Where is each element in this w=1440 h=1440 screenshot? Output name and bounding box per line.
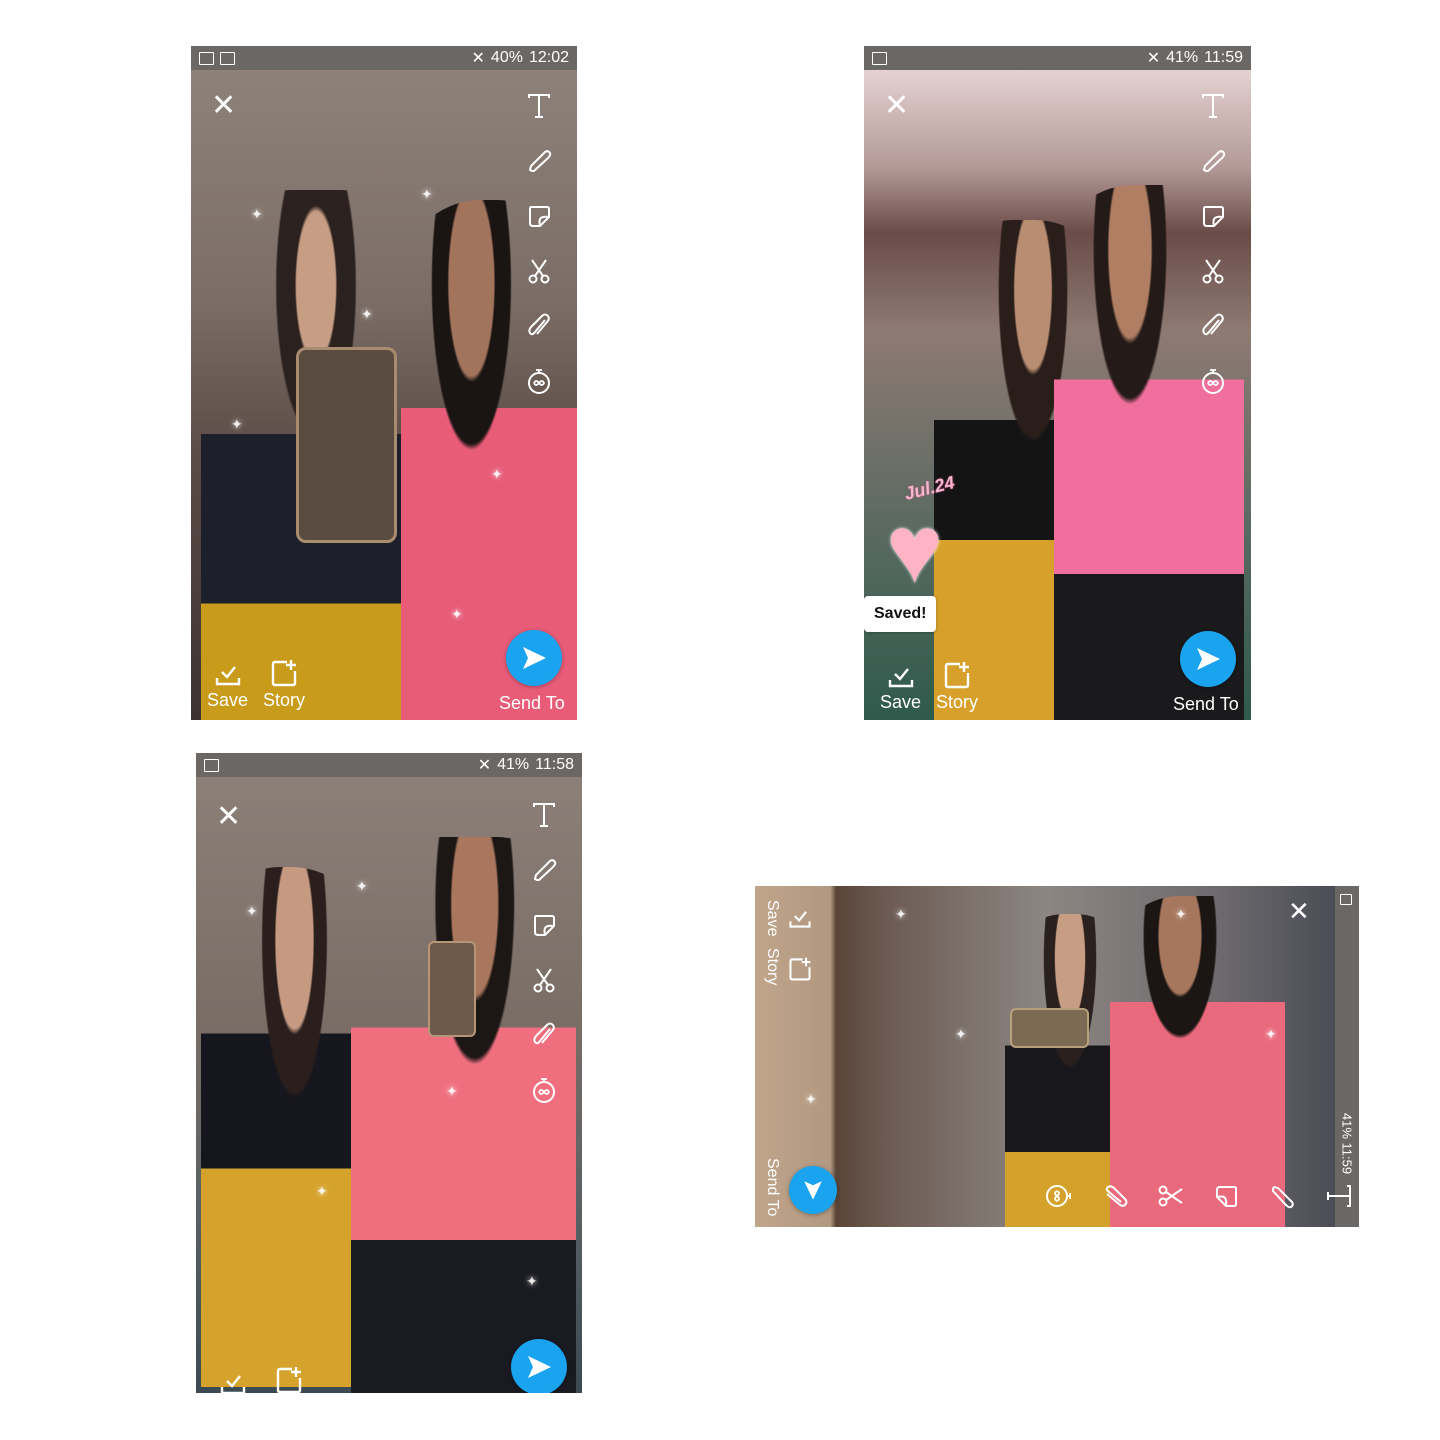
save-button[interactable]: Save (207, 658, 248, 711)
sticker-icon[interactable] (1195, 198, 1231, 234)
send-to-label: Send To (1173, 694, 1239, 714)
image-icon (220, 51, 235, 65)
paperclip-icon[interactable] (1195, 308, 1231, 344)
story-button[interactable]: Story (936, 660, 978, 713)
status-time: 11:59 (1204, 49, 1243, 66)
sticker-icon[interactable] (526, 907, 562, 943)
pencil-icon[interactable] (1195, 143, 1231, 179)
sticker-icon[interactable] (1209, 1178, 1245, 1214)
send-to-label: Send To (499, 693, 565, 713)
phone-in-mirror (428, 941, 476, 1037)
timer-icon[interactable] (521, 363, 557, 399)
status-time: 11:58 (535, 756, 574, 773)
send-arrow-icon (524, 1352, 554, 1382)
image-icon (1340, 894, 1352, 905)
text-tool-icon[interactable] (1195, 88, 1231, 124)
battery-percent: 41% (497, 756, 530, 773)
saved-toast: Saved! (864, 596, 937, 632)
send-to-button[interactable] (1180, 631, 1236, 687)
save-icon (218, 1367, 248, 1393)
folder-icon (199, 51, 214, 65)
close-icon[interactable]: ✕ (216, 799, 241, 834)
story-add-icon (942, 660, 972, 690)
tool-rail (526, 797, 562, 1108)
pencil-icon[interactable] (526, 852, 562, 888)
battery-percent: 40% (490, 49, 523, 66)
mute-icon: ✕ (471, 50, 485, 67)
tool-rail (1195, 88, 1231, 399)
text-tool-icon[interactable] (526, 797, 562, 833)
close-icon[interactable]: ✕ (211, 88, 236, 123)
battery-percent: 41% (1166, 49, 1199, 66)
scissors-icon[interactable] (521, 253, 557, 289)
text-tool-icon[interactable] (1321, 1178, 1357, 1214)
phone-in-mirror (296, 347, 397, 543)
send-arrow-icon (519, 643, 549, 673)
paperclip-icon[interactable] (1097, 1178, 1133, 1214)
story-add-icon (274, 1365, 304, 1393)
pencil-icon[interactable] (1265, 1178, 1301, 1214)
tool-rail (521, 88, 557, 399)
story-label: Story (263, 690, 306, 710)
send-arrow-icon (801, 1178, 825, 1202)
save-icon (886, 660, 916, 690)
text-tool-icon[interactable] (521, 88, 557, 124)
snap-photo (755, 886, 1335, 1227)
snap-photo (191, 70, 577, 720)
sticker-icon[interactable] (521, 198, 557, 234)
image-icon (204, 758, 219, 772)
status-bar: ✕ 41% 11:59 (864, 46, 1251, 70)
snap-photo (196, 777, 582, 1393)
heart-sticker: ♥ (886, 496, 943, 603)
story-button[interactable] (274, 1365, 304, 1393)
save-icon[interactable] (787, 904, 813, 930)
send-to-button[interactable] (511, 1339, 567, 1393)
story-add-icon[interactable] (787, 956, 813, 982)
timer-icon[interactable] (1041, 1178, 1077, 1214)
paperclip-icon[interactable] (526, 1017, 562, 1053)
send-arrow-icon (1193, 644, 1223, 674)
story-add-icon (269, 658, 299, 688)
send-to-button[interactable] (789, 1166, 837, 1214)
scissors-icon[interactable] (526, 962, 562, 998)
story-label[interactable]: Story (763, 948, 781, 985)
mute-icon: ✕ (1146, 50, 1161, 67)
screenshot-bottom-right: 41% 11:59 ✦ ✦ ✦ ✦ ✦ ✕ Save Story Send To (755, 886, 1359, 1227)
timer-icon[interactable] (1195, 363, 1231, 399)
save-label: Save (207, 690, 249, 710)
status-bar: ✕ 41% 11:58 (196, 753, 582, 777)
send-to-label: Send To (764, 1158, 781, 1217)
image-icon (872, 51, 887, 65)
send-to-button[interactable] (506, 630, 562, 686)
save-button[interactable]: Save (880, 660, 921, 713)
pencil-icon[interactable] (521, 143, 557, 179)
story-button[interactable]: Story (263, 658, 305, 711)
status-bar: ✕ 40% 12:02 (191, 46, 577, 70)
scissors-icon[interactable] (1195, 253, 1231, 289)
mute-icon: ✕ (477, 757, 492, 774)
screenshot-top-right: ✕ 41% 11:59 ✕ Jul.24 ♥ Saved! Save Story S… (864, 46, 1251, 720)
timer-icon[interactable] (526, 1072, 562, 1108)
status-bar: 41% 11:59 (1335, 886, 1359, 1227)
save-icon (213, 658, 243, 688)
save-label: Save (880, 692, 922, 712)
status-time: 11:59 (1339, 1142, 1355, 1175)
screenshot-top-left: ✕ 40% 12:02 ✦ ✦ ✦ ✦ ✦ ✦ ✕ Save Story Send … (191, 46, 577, 720)
phone-in-mirror (1010, 1008, 1089, 1048)
close-icon[interactable]: ✕ (884, 88, 909, 123)
save-button[interactable] (218, 1367, 248, 1393)
battery-percent: 41% (1339, 1112, 1355, 1139)
story-label: Story (936, 692, 979, 712)
save-label[interactable]: Save (763, 900, 781, 936)
tool-rail (1041, 1178, 1357, 1214)
woman-figure (201, 867, 371, 1387)
screenshot-bottom-left: ✕ 41% 11:58 ✦ ✦ ✦ ✦ ✦ ✕ (196, 753, 582, 1393)
close-icon[interactable]: ✕ (1288, 896, 1310, 927)
paperclip-icon[interactable] (521, 308, 557, 344)
scissors-icon[interactable] (1153, 1178, 1189, 1214)
status-time: 12:02 (528, 49, 569, 66)
